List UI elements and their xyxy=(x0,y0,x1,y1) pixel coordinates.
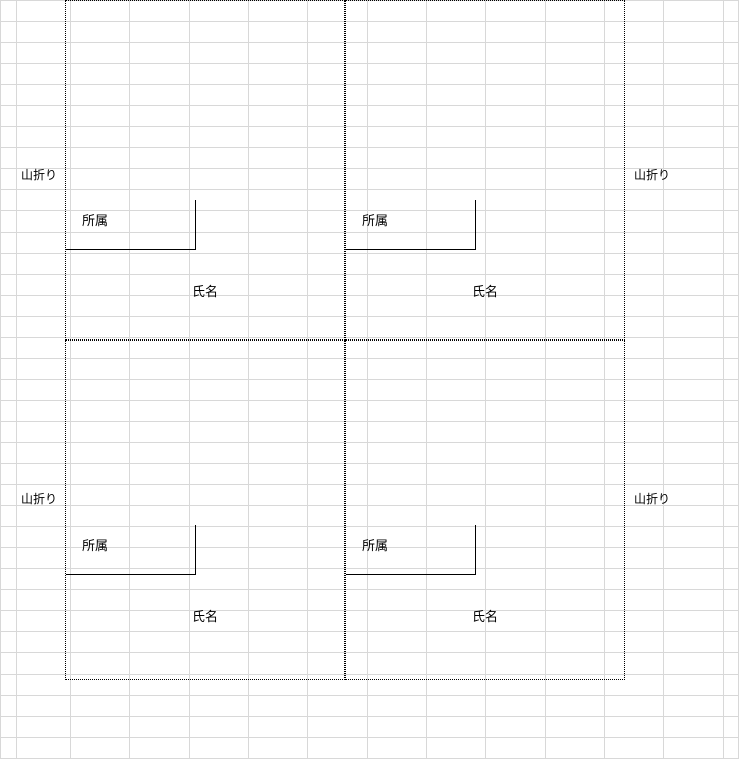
spreadsheet-sheet: 山折り 山折り 山折り 山折り 所属 所属 所属 所属 氏名 氏名 氏名 氏名 xyxy=(0,0,739,759)
spreadsheet-grid xyxy=(0,0,739,759)
